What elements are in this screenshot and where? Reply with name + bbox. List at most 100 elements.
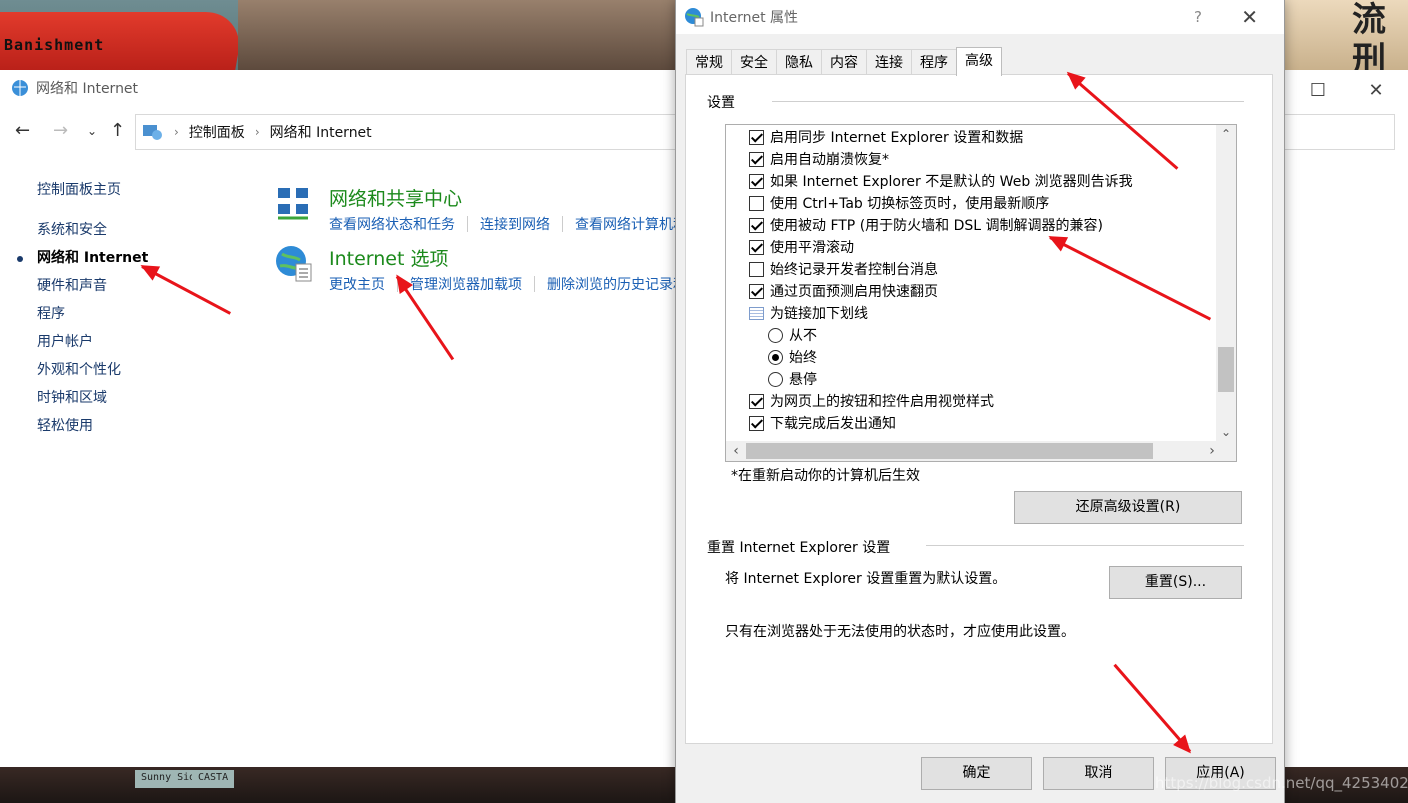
setting-radio-row[interactable]: 从不 [768, 324, 817, 346]
scroll-left-icon[interactable]: ‹ [726, 441, 746, 461]
setting-checkbox-row[interactable]: 如果 Internet Explorer 不是默认的 Web 浏览器则告诉我 [749, 170, 1133, 192]
category-link[interactable]: 连接到网络 [480, 214, 562, 234]
wallpaper-sign: Banishment [4, 36, 105, 54]
reset-button[interactable]: 重置(S)... [1109, 566, 1242, 599]
scroll-thumb-horizontal[interactable] [746, 443, 1153, 459]
setting-checkbox-row[interactable]: 启用同步 Internet Explorer 设置和数据 [749, 126, 1023, 148]
cancel-button[interactable]: 取消 [1043, 757, 1154, 790]
sidebar-item-user-accounts[interactable]: 用户帐户 [37, 328, 148, 356]
checkbox[interactable] [749, 129, 764, 145]
settings-group-title: 设置 [707, 95, 735, 111]
ok-button[interactable]: 确定 [921, 757, 1032, 790]
checkbox[interactable] [749, 261, 764, 277]
horizontal-scrollbar[interactable]: ‹ › [726, 441, 1236, 461]
setting-label: 使用 Ctrl+Tab 切换标签页时，使用最新顺序 [770, 196, 1050, 212]
setting-label: 下载完成后发出通知 [770, 416, 896, 432]
reset-description: 将 Internet Explorer 设置重置为默认设置。 [725, 571, 1007, 587]
link-divider [562, 216, 563, 232]
checkbox[interactable] [749, 195, 764, 211]
reset-group-title: 重置 Internet Explorer 设置 [707, 540, 891, 556]
tab-connections[interactable]: 连接 [866, 49, 912, 75]
close-icon[interactable]: ✕ [1241, 5, 1258, 29]
vertical-scrollbar[interactable]: ⌃ ⌄ [1216, 125, 1236, 441]
sidebar-item-hardware-sound[interactable]: 硬件和声音 [37, 272, 148, 300]
tab-security[interactable]: 安全 [731, 49, 777, 75]
checkbox[interactable] [749, 415, 764, 431]
help-icon[interactable]: ? [1194, 8, 1202, 26]
maximize-icon[interactable]: ☐ [1308, 80, 1328, 101]
dialog-titlebar: Internet 属性 [676, 0, 1284, 34]
wallpaper-cjk-text: 流 刑 [1352, 0, 1386, 80]
setting-group-row[interactable]: 为链接加下划线 [749, 302, 868, 324]
advanced-tab-pane: 设置 启用同步 Internet Explorer 设置和数据 启用自动崩溃恢复*… [685, 74, 1273, 744]
checkbox[interactable] [749, 217, 764, 233]
back-arrow-icon[interactable]: ← [15, 120, 30, 141]
checkbox[interactable] [749, 239, 764, 255]
sidebar-item-clock-region[interactable]: 时钟和区域 [37, 384, 148, 412]
setting-label: 为网页上的按钮和控件启用视觉样式 [770, 394, 994, 410]
setting-label: 启用自动崩溃恢复* [770, 152, 889, 168]
scroll-up-icon[interactable]: ⌃ [1216, 125, 1236, 143]
setting-checkbox-row[interactable]: 使用平滑滚动 [749, 236, 854, 258]
radio-button[interactable] [768, 327, 783, 343]
up-arrow-icon[interactable]: ↑ [110, 120, 125, 141]
checkbox[interactable] [749, 283, 764, 299]
link-divider [467, 216, 468, 232]
sidebar-item-ease-of-access[interactable]: 轻松使用 [37, 412, 148, 440]
setting-checkbox-row[interactable]: 始终记录开发者控制台消息 [749, 258, 938, 280]
wallpaper-cjk-top: 流 [1352, 0, 1386, 40]
network-globe-icon [12, 80, 28, 96]
radio-button[interactable] [768, 349, 783, 365]
breadcrumb-network-internet[interactable]: 网络和 Internet [270, 122, 372, 142]
checkbox[interactable] [749, 151, 764, 167]
category-links: 查看网络状态和任务 连接到网络 查看网络计算机和设备 [329, 214, 727, 234]
scroll-down-icon[interactable]: ⌄ [1216, 423, 1236, 441]
close-icon[interactable]: ✕ [1366, 80, 1386, 101]
sidebar-item-home[interactable]: 控制面板主页 [37, 176, 148, 204]
group-divider [772, 101, 1244, 102]
radio-button[interactable] [768, 371, 783, 387]
setting-checkbox-row[interactable]: 下载完成后发出通知 [749, 412, 896, 434]
tab-advanced[interactable]: 高级 [956, 47, 1002, 76]
category-title[interactable]: Internet 选项 [329, 244, 448, 271]
recent-locations-chevron-icon[interactable]: ⌄ [87, 124, 97, 138]
network-sharing-icon [278, 188, 308, 220]
sidebar-item-network-internet[interactable]: 网络和 Internet [16, 244, 148, 272]
setting-radio-row[interactable]: 始终 [768, 346, 817, 368]
tab-privacy[interactable]: 隐私 [776, 49, 822, 75]
setting-label: 启用同步 Internet Explorer 设置和数据 [770, 130, 1024, 146]
category-title[interactable]: 网络和共享中心 [329, 184, 462, 211]
sidebar-item-appearance[interactable]: 外观和个性化 [37, 356, 148, 384]
watermark: https://blog.csdn.net/qq_42534026 [1155, 774, 1408, 792]
setting-label: 从不 [789, 328, 817, 344]
sidebar-item-programs[interactable]: 程序 [37, 300, 148, 328]
category-link[interactable]: 管理浏览器加载项 [410, 274, 534, 294]
breadcrumb-control-panel[interactable]: 控制面板 [189, 122, 245, 142]
breadcrumb-separator-icon: › [174, 125, 179, 139]
setting-checkbox-row[interactable]: 使用 Ctrl+Tab 切换标签页时，使用最新顺序 [749, 192, 1049, 214]
control-panel-title: 网络和 Internet [36, 81, 139, 97]
scroll-thumb[interactable] [1218, 347, 1234, 392]
forward-arrow-icon[interactable]: → [53, 120, 68, 141]
setting-checkbox-row[interactable]: 启用自动崩溃恢复* [749, 148, 889, 170]
setting-checkbox-row[interactable]: 通过页面预测启用快速翻页 [749, 280, 938, 302]
tab-programs[interactable]: 程序 [911, 49, 957, 75]
tab-general[interactable]: 常规 [686, 49, 732, 75]
sidebar-item-system-security[interactable]: 系统和安全 [37, 216, 148, 244]
setting-radio-row[interactable]: 悬停 [768, 368, 817, 390]
checkbox[interactable] [749, 173, 764, 189]
setting-label: 使用平滑滚动 [770, 240, 854, 256]
checkbox[interactable] [749, 393, 764, 409]
internet-globe-icon [685, 8, 704, 27]
tab-content[interactable]: 内容 [821, 49, 867, 75]
wallpaper-block [238, 0, 678, 70]
setting-label: 通过页面预测启用快速翻页 [770, 284, 938, 300]
restart-note: *在重新启动你的计算机后生效 [731, 468, 920, 484]
restore-advanced-button[interactable]: 还原高级设置(R) [1014, 491, 1242, 524]
category-link[interactable]: 更改主页 [329, 274, 397, 294]
scroll-right-icon[interactable]: › [1202, 441, 1222, 461]
setting-label: 始终 [789, 350, 817, 366]
internet-options-icon [276, 246, 312, 282]
category-link[interactable]: 查看网络状态和任务 [329, 214, 467, 234]
setting-checkbox-row[interactable]: 为网页上的按钮和控件启用视觉样式 [749, 390, 994, 412]
